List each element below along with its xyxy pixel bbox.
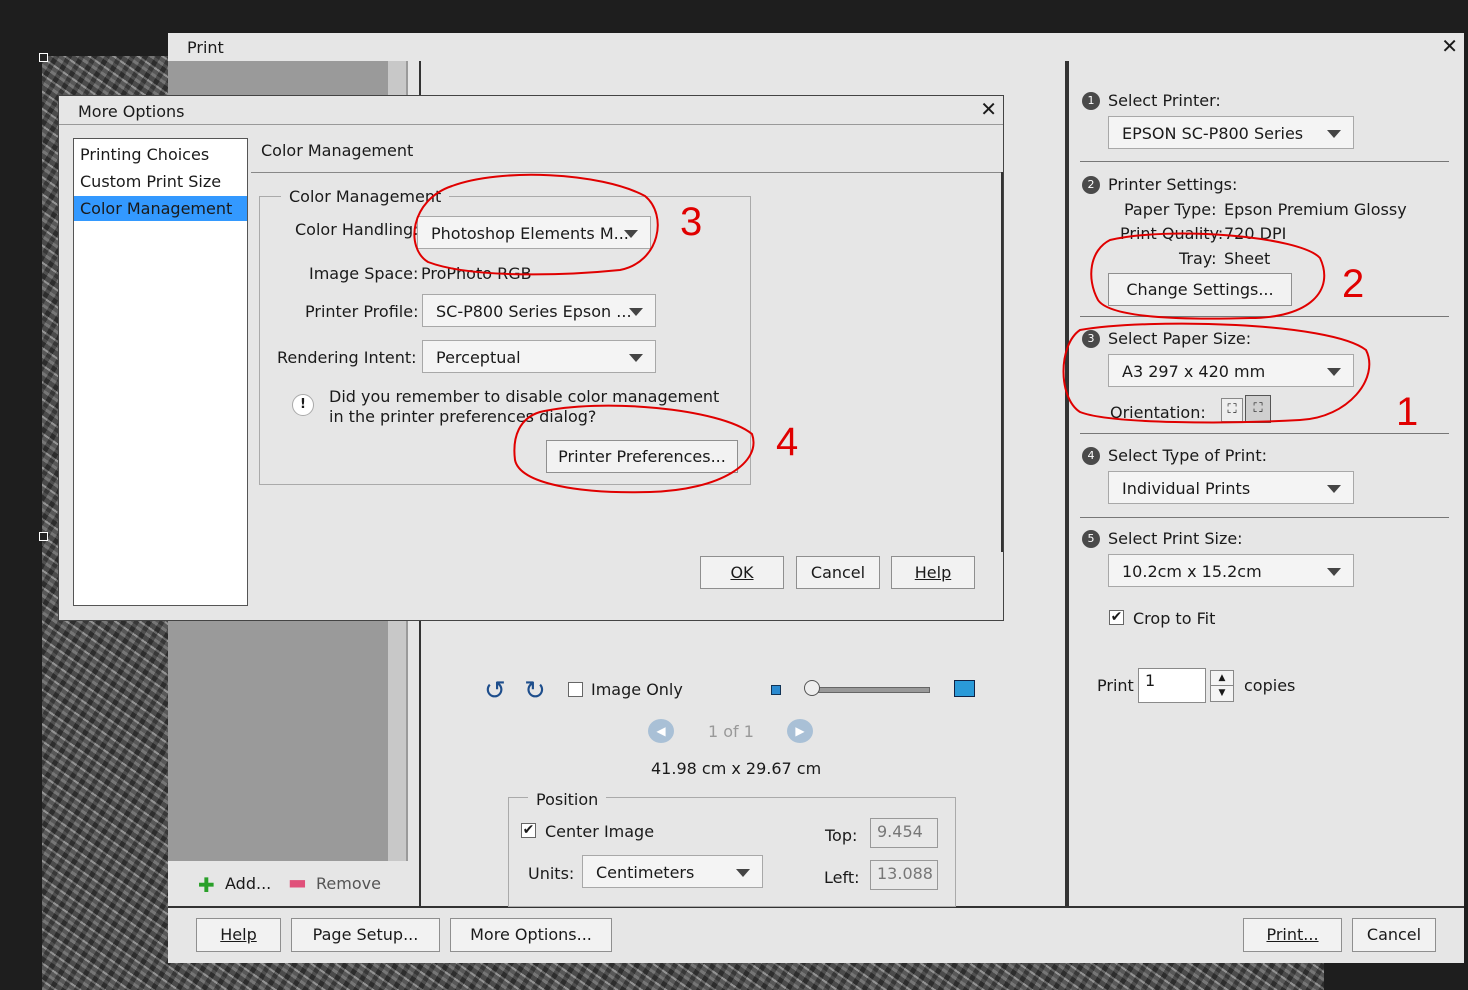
annotation-overlay [413,173,1371,494]
annotation-number-3: 3 [680,200,703,244]
annotation-circle-1 [1062,322,1371,424]
annotation-circle-2 [1090,232,1326,320]
annotation-circle-3 [413,173,659,276]
annotation-number-4: 4 [776,420,799,464]
annotation-number-2: 2 [1342,262,1365,306]
annotation-circle-4 [513,404,755,494]
annotation-number-1: 1 [1396,390,1419,434]
